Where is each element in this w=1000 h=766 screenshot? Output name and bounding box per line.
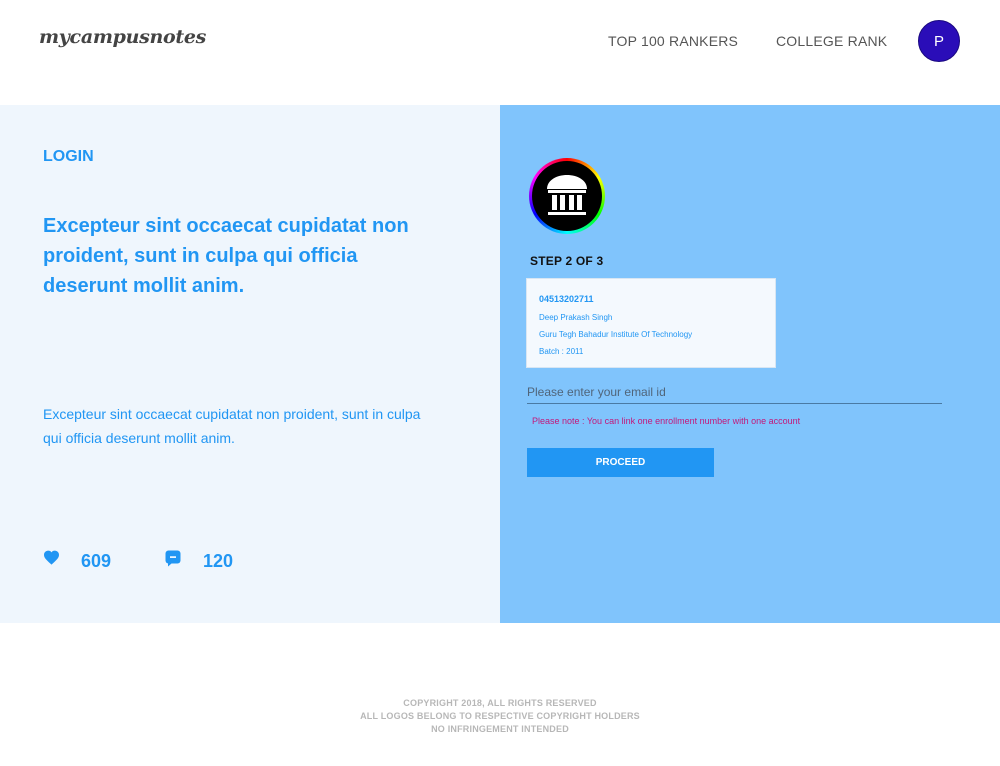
footer-logos-notice: ALL LOGOS BELONG TO RESPECTIVE COPYRIGHT…: [360, 711, 640, 721]
nav-college-rank[interactable]: COLLEGE RANK: [776, 33, 887, 49]
email-input[interactable]: [527, 381, 942, 404]
comment-icon[interactable]: [165, 550, 182, 567]
intro-description: Excepteur sint occaecat cupidatat non pr…: [43, 406, 421, 446]
link-account-note: Please note : You can link one enrollmen…: [532, 416, 801, 426]
step-indicator: STEP 2 OF 3: [530, 254, 604, 268]
nav-top-100-rankers[interactable]: TOP 100 RANKERS: [608, 33, 738, 49]
likes-count: 609: [81, 551, 112, 571]
institute-logo: [529, 158, 605, 234]
enrollment-info-card: 04513202711 Deep Prakash Singh Guru Tegh…: [526, 278, 776, 368]
institute-name: Guru Tegh Bahadur Institute Of Technolog…: [539, 330, 693, 339]
login-form-panel: STEP 2 OF 3 04513202711 Deep Prakash Sin…: [500, 105, 1000, 623]
user-avatar[interactable]: P: [918, 20, 960, 62]
institute-building-icon: [547, 175, 587, 215]
comments-stat: 120: [165, 545, 233, 572]
student-name: Deep Prakash Singh: [539, 313, 613, 322]
likes-stat: 609: [43, 545, 111, 572]
heart-icon[interactable]: [43, 550, 60, 567]
intro-panel: LOGIN Excepteur sint occaecat cupidatat …: [0, 105, 500, 623]
site-logo[interactable]: mycampusnotes: [39, 26, 206, 48]
footer-infringement-notice: NO INFRINGEMENT INTENDED: [431, 724, 569, 734]
site-footer: COPYRIGHT 2018, ALL RIGHTS RESERVED ALL …: [0, 623, 1000, 766]
site-header: mycampusnotes TOP 100 RANKERS COLLEGE RA…: [0, 0, 1000, 105]
comments-count: 120: [203, 551, 234, 571]
proceed-button[interactable]: PROCEED: [527, 448, 714, 477]
batch-label: Batch : 2011: [539, 347, 584, 356]
footer-copyright: COPYRIGHT 2018, ALL RIGHTS RESERVED: [403, 698, 597, 708]
intro-headline: Excepteur sint occaecat cupidatat non pr…: [43, 215, 409, 297]
enrollment-number: 04513202711: [539, 294, 594, 304]
login-title: LOGIN: [43, 148, 94, 165]
